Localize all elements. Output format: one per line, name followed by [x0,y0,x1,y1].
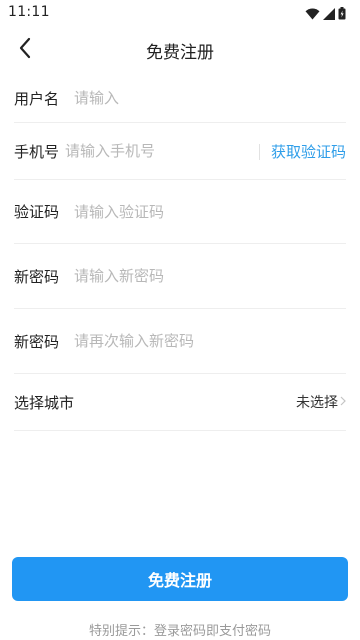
status-icons [305,5,346,24]
confirm-password-label: 新密码 [14,332,60,351]
chevron-right-icon [340,394,346,410]
status-bar: 11:11 [0,0,360,26]
status-time: 11:11 [8,4,50,20]
city-select[interactable]: 未选择 [296,392,346,412]
battery-icon [338,5,346,24]
password-row: 新密码 [14,244,346,309]
page-title: 免费注册 [146,43,214,63]
get-code-button[interactable]: 获取验证码 [258,141,346,162]
phone-label: 手机号 [14,142,60,161]
register-form: 用户名 手机号 获取验证码 验证码 新密码 新密码 选择城市 未选择 [14,74,346,431]
register-screen: 11:11 免费注册 用户名 请输入 手机号 请输入手机号 获取验证码 验证码 … [0,0,360,640]
code-label: 验证码 [14,203,60,221]
code-input[interactable] [74,196,346,227]
code-row: 验证码 [14,180,346,244]
register-submit-button[interactable]: 免费注册 [12,557,348,601]
app-header: 免费注册 [0,26,360,74]
city-value: 未选择 [296,395,338,411]
city-label: 选择城市 [14,393,75,412]
confirm-password-row: 新密码 [14,309,346,374]
payment-password-tip: 特别提示：登录密码即支付密码 [88,624,271,639]
username-row: 用户名 [14,74,346,123]
password-input[interactable] [74,261,346,291]
username-label: 用户名 [14,89,60,108]
phone-input[interactable] [64,136,259,166]
city-row[interactable]: 选择城市 未选择 [14,374,346,431]
signal-icon [323,5,335,24]
phone-row: 手机号 获取验证码 [14,123,346,180]
confirm-password-input[interactable] [74,326,346,356]
password-label: 新密码 [14,267,60,286]
wifi-icon [305,5,320,24]
username-input[interactable] [74,83,346,113]
